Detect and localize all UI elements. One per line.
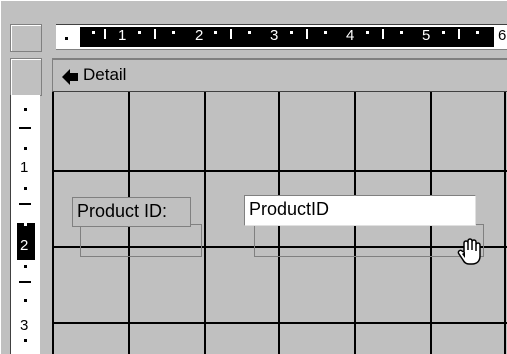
ruler-tick [24, 223, 27, 226]
ruler-number-2: 2 [195, 27, 204, 44]
ruler-tick [92, 31, 95, 34]
ruler-tick [290, 31, 293, 34]
ruler-tick [24, 265, 27, 268]
ruler-number-5: 5 [422, 27, 431, 44]
ruler-tick [248, 31, 251, 34]
ruler-number-3: 3 [20, 317, 29, 334]
form-selector[interactable] [10, 24, 42, 52]
ruler-tick [476, 31, 479, 34]
textbox-selection-outline [254, 224, 484, 257]
ruler-tick [24, 187, 27, 190]
ruler-tick [19, 281, 31, 283]
grid-line [204, 92, 206, 354]
hand-cursor-icon [455, 238, 483, 266]
ruler-number-2: 2 [20, 237, 29, 254]
ruler-tick [104, 29, 106, 39]
section-selector[interactable] [10, 58, 42, 96]
vertical-ruler[interactable]: 1 2 3 [10, 95, 40, 354]
product-id-label[interactable]: Product ID: [72, 197, 191, 227]
ruler-tick [24, 299, 27, 302]
ruler-tick [306, 29, 308, 39]
section-label: Detail [83, 65, 127, 84]
label-selection-outline [80, 224, 202, 257]
ruler-number-1: 1 [118, 27, 127, 44]
ruler-tick [19, 127, 31, 129]
ruler-number-3: 3 [270, 27, 279, 44]
ruler-tick [154, 29, 156, 39]
ruler-tick [65, 37, 68, 40]
horizontal-ruler[interactable]: 1 2 3 4 5 6 [56, 24, 507, 50]
product-id-textbox[interactable]: ProductID [244, 195, 476, 226]
grid-line [54, 170, 507, 172]
detail-section-bar[interactable]: Detail [52, 58, 507, 92]
section-arrow-icon [61, 68, 79, 89]
ruler-tick [24, 339, 27, 342]
ruler-tick [19, 203, 31, 205]
ruler-tick [458, 29, 460, 39]
ruler-tick [442, 31, 445, 34]
ruler-tick [382, 29, 384, 39]
ruler-number-6: 6 [498, 27, 507, 44]
ruler-tick [172, 31, 175, 34]
ruler-tick [324, 31, 327, 34]
ruler-number-1: 1 [20, 159, 29, 176]
ruler-tick [24, 108, 27, 111]
ruler-tick [366, 31, 369, 34]
ruler-tick [138, 31, 141, 34]
ruler-number-4: 4 [346, 27, 355, 44]
ruler-selection-band [80, 27, 494, 47]
grid-line [54, 322, 507, 324]
ruler-tick [24, 147, 27, 150]
grid-line [504, 92, 506, 354]
ruler-tick [214, 31, 217, 34]
ruler-tick [400, 31, 403, 34]
ruler-tick [230, 29, 232, 39]
